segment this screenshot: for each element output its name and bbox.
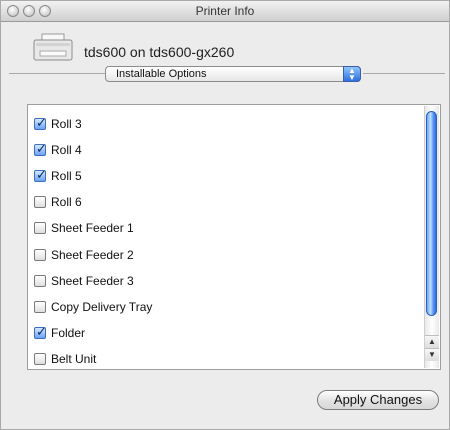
divider	[363, 73, 445, 74]
checkmark-icon: ✓	[36, 167, 47, 182]
list-item[interactable]: ✓ Folder	[34, 324, 414, 344]
vertical-scrollbar[interactable]: ▲ ▼	[424, 106, 439, 368]
list-item[interactable]: Belt Unit	[34, 352, 414, 370]
printer-name: tds600 on tds600-gx260	[84, 44, 235, 60]
list-item[interactable]: Copy Delivery Tray	[34, 300, 414, 318]
window-title: Printer Info	[195, 4, 255, 18]
checkmark-icon: ✓	[36, 324, 47, 339]
scroll-thumb[interactable]	[426, 111, 437, 316]
list-item-label: Roll 5	[51, 169, 82, 183]
checkbox[interactable]: ✓	[34, 324, 47, 339]
checkmark-icon: ✓	[36, 115, 47, 130]
checkbox[interactable]	[34, 275, 46, 287]
popup-arrows-icon: ▲ ▼	[343, 66, 361, 82]
list-item-label: Sheet Feeder 2	[51, 248, 134, 262]
list-item-label: Sheet Feeder 1	[51, 221, 134, 235]
installable-options-list[interactable]: ✓ Roll 3 ✓ Roll 4 ✓ Roll 5 Roll 6 Sheet Feeder …	[27, 104, 441, 370]
list-item-label: Roll 4	[51, 143, 82, 157]
list-item-label: Roll 3	[51, 117, 82, 131]
list-item-label: Belt Unit	[51, 352, 97, 366]
checkbox[interactable]	[34, 249, 46, 261]
checkbox[interactable]	[34, 301, 46, 313]
list-item-label: Roll 6	[51, 195, 82, 209]
list-item[interactable]: Sheet Feeder 3	[34, 274, 414, 292]
divider	[9, 73, 105, 74]
options-popup-button[interactable]: Installable Options ▲ ▼	[105, 66, 361, 82]
printer-info-window: Printer Info tds600 on tds600-gx260 Inst…	[0, 0, 450, 430]
apply-changes-button[interactable]: Apply Changes	[317, 390, 439, 410]
checkbox[interactable]	[34, 196, 46, 208]
title-bar[interactable]: Printer Info	[1, 1, 449, 22]
list-item-label: Sheet Feeder 3	[51, 274, 134, 288]
list-item[interactable]: Roll 6	[34, 195, 414, 213]
list-item[interactable]: Sheet Feeder 2	[34, 248, 414, 266]
printer-icon	[33, 33, 73, 61]
list-item[interactable]: ✓ Roll 3	[34, 115, 414, 135]
scroll-up-arrow-icon[interactable]: ▲	[425, 335, 439, 348]
list-item-label: Copy Delivery Tray	[51, 300, 153, 314]
checkbox[interactable]: ✓	[34, 141, 47, 156]
checkbox[interactable]	[34, 222, 46, 234]
list-item[interactable]: ✓ Roll 5	[34, 167, 414, 187]
checkbox[interactable]: ✓	[34, 115, 47, 130]
checkmark-icon: ✓	[36, 141, 47, 156]
list-item-label: Folder	[51, 326, 86, 340]
list-item[interactable]: Sheet Feeder 1	[34, 221, 414, 239]
checkbox[interactable]	[34, 353, 46, 365]
checkbox[interactable]: ✓	[34, 167, 47, 182]
list-item[interactable]: ✓ Roll 4	[34, 141, 414, 161]
options-popup-label: Installable Options	[116, 68, 207, 80]
scroll-down-arrow-icon[interactable]: ▼	[425, 348, 439, 361]
